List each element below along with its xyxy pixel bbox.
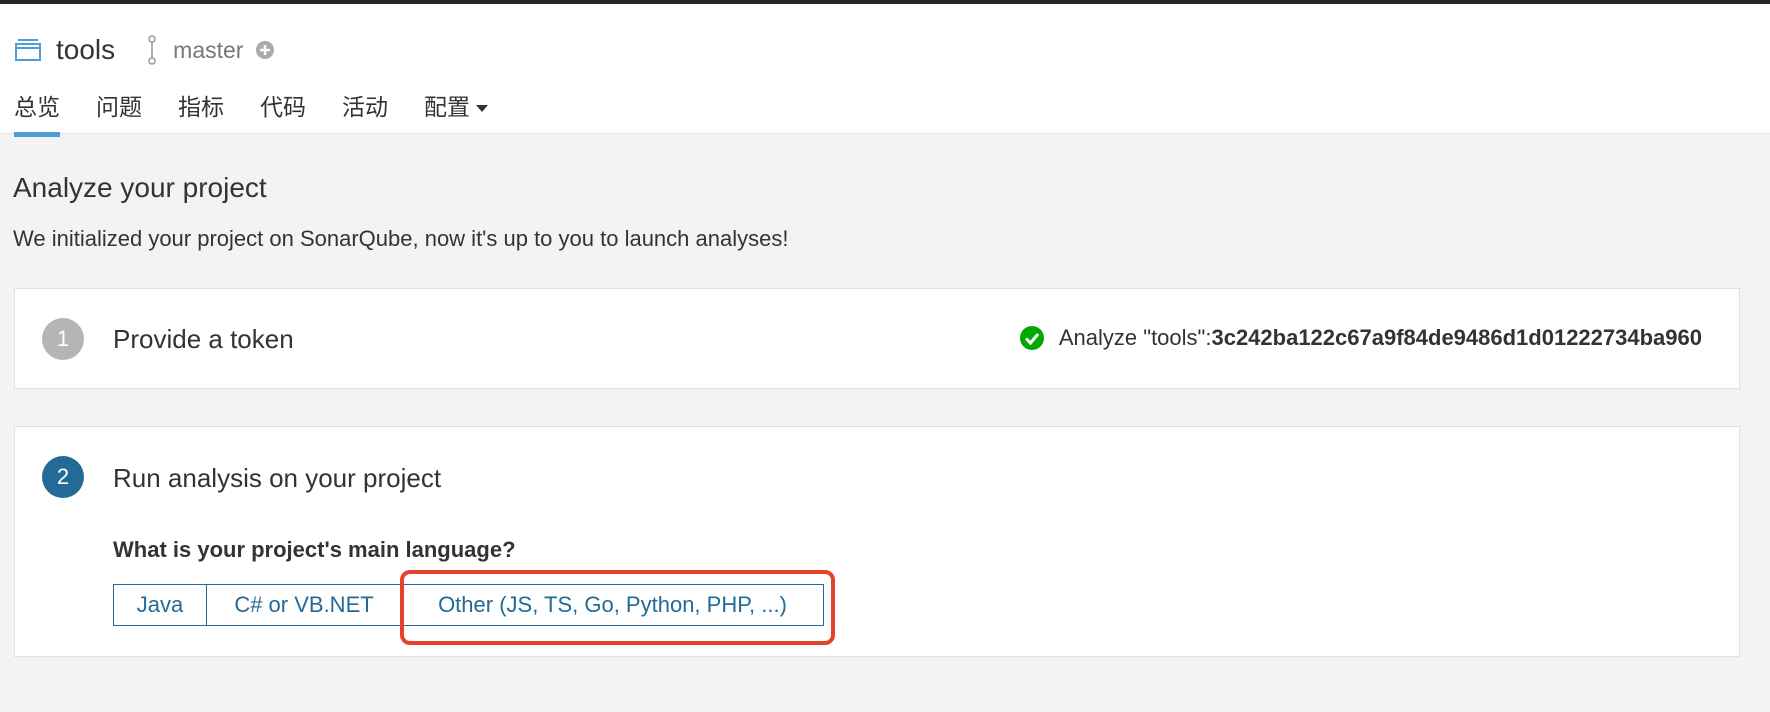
tab-configuration[interactable]: 配置	[424, 92, 488, 137]
language-csharp-button[interactable]: C# or VB.NET	[206, 584, 402, 626]
tab-activity-label: 活动	[342, 95, 388, 121]
check-circle-icon	[1019, 326, 1044, 350]
tab-overview[interactable]: 总览	[14, 92, 60, 137]
tab-overview-label: 总览	[14, 95, 60, 121]
step-token-card: 1 Provide a token Analyze "tools": 3c242…	[14, 288, 1740, 389]
highlight-annotation	[400, 570, 835, 645]
step-title: Provide a token	[113, 324, 294, 354]
project-header: tools master 总览 问题 指标 代码 活动 配置	[0, 4, 1770, 137]
folder-icon	[15, 39, 41, 61]
tab-measures-label: 指标	[178, 95, 224, 121]
token-label: Analyze "tools":	[1058, 325, 1212, 350]
tab-issues[interactable]: 问题	[96, 92, 142, 137]
tab-code[interactable]: 代码	[260, 92, 306, 137]
token-result: Analyze "tools": 3c242ba122c67a9f84de948…	[1019, 325, 1702, 351]
tab-issues-label: 问题	[96, 95, 142, 121]
project-name[interactable]: tools	[56, 34, 115, 66]
branch-icon	[148, 35, 156, 65]
tab-measures[interactable]: 指标	[178, 92, 224, 137]
add-branch-icon[interactable]	[255, 40, 275, 60]
language-question: What is your project's main language?	[113, 537, 516, 562]
step-analysis-card: 2 Run analysis on your project What is y…	[14, 426, 1740, 657]
step-number-badge: 1	[42, 318, 84, 360]
branch-name[interactable]: master	[173, 37, 243, 64]
token-value: 3c242ba122c67a9f84de9486d1d01222734ba960	[1211, 325, 1702, 350]
step-title: Run analysis on your project	[113, 463, 442, 493]
tab-code-label: 代码	[260, 95, 306, 121]
project-row: tools master	[14, 32, 275, 68]
language-java-button[interactable]: Java	[113, 584, 207, 626]
tab-configuration-label: 配置	[424, 95, 470, 121]
caret-down-icon	[476, 105, 488, 112]
tab-activity[interactable]: 活动	[342, 92, 388, 137]
step-number-badge: 2	[42, 456, 84, 498]
page-title: Analyze your project	[13, 172, 267, 203]
project-nav: 总览 问题 指标 代码 活动 配置	[14, 92, 524, 137]
page-description: We initialized your project on SonarQube…	[13, 226, 789, 251]
